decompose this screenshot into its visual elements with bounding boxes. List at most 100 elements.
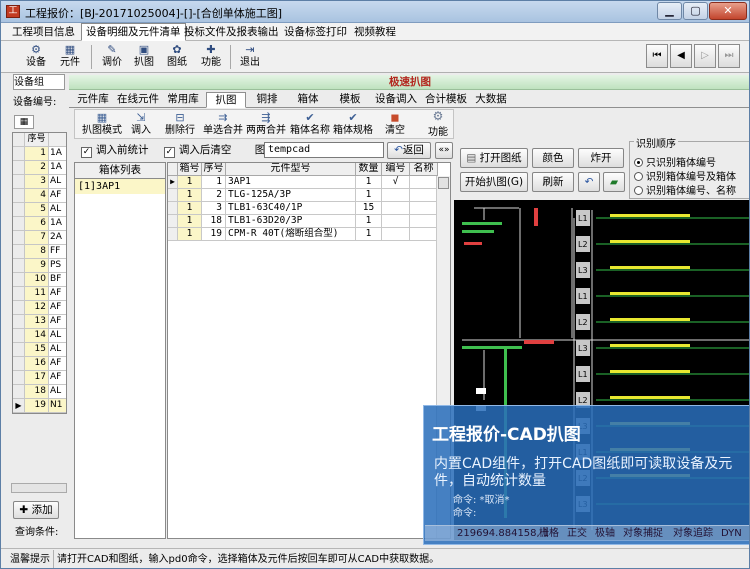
tab-total-template[interactable]: 合计模板: [423, 92, 469, 108]
toolbar-price-button[interactable]: ✎ 调价: [97, 43, 127, 71]
delete-row-button[interactable]: ⊟ 删除行: [163, 110, 197, 138]
table-row[interactable]: 3 AL: [13, 175, 66, 189]
cell-qty[interactable]: 1: [356, 189, 382, 202]
cell-qty[interactable]: 1: [356, 228, 382, 241]
cad-polar-toggle[interactable]: 极轴: [595, 526, 615, 541]
undo-button[interactable]: ↶: [578, 172, 600, 192]
cell-seq[interactable]: 3: [202, 202, 226, 215]
menu-bid-output[interactable]: 投标文件及报表输出: [179, 23, 284, 41]
clear-after-checkbox[interactable]: ✓ 调入后清空: [163, 144, 231, 158]
cell-model[interactable]: TLB1-63D20/3P: [226, 215, 356, 228]
tab-common-lib[interactable]: 常用库: [164, 92, 202, 108]
cell-model[interactable]: TLB1-63C40/1P: [226, 202, 356, 215]
cell-code[interactable]: √: [382, 176, 410, 189]
cell-box[interactable]: 1: [178, 202, 202, 215]
cell-code[interactable]: [382, 189, 410, 202]
cell-seq[interactable]: 1: [202, 176, 226, 189]
cell-model[interactable]: TLG-125A/3P: [226, 189, 356, 202]
table-row[interactable]: ▶ 19 N1: [13, 399, 66, 413]
table-row[interactable]: 16 AF: [13, 357, 66, 371]
nav-prev-button[interactable]: ◀: [670, 44, 692, 68]
col-header-seq[interactable]: 序号: [202, 163, 226, 176]
tab-busbar[interactable]: 铜排: [252, 92, 282, 108]
recognition-option-1[interactable]: 只识别箱体编号: [634, 154, 716, 169]
cell-code[interactable]: [382, 228, 410, 241]
cabinet-list-item[interactable]: [1]3AP1: [75, 179, 165, 194]
menu-label-print[interactable]: 设备标签打印: [279, 23, 352, 41]
cell-qty[interactable]: 1: [356, 176, 382, 189]
tab-template[interactable]: 模板: [335, 92, 365, 108]
col-header-name[interactable]: 名称: [410, 163, 438, 176]
cell-code[interactable]: [382, 215, 410, 228]
clear-button[interactable]: ◼ 清空: [381, 110, 409, 138]
cabinet-name-button[interactable]: ✔ 箱体名称: [289, 110, 331, 138]
cell-name[interactable]: [410, 189, 438, 202]
table-row[interactable]: 7 2A: [13, 231, 66, 245]
cad-osnap-toggle[interactable]: 对象捕捉: [623, 526, 663, 541]
equipment-group-tab[interactable]: 设备组: [13, 74, 65, 90]
table-row[interactable]: 5 AL: [13, 203, 66, 217]
toolbar-exit-button[interactable]: ⇥ 退出: [235, 43, 265, 71]
cell-box[interactable]: 1: [178, 228, 202, 241]
tab-big-data[interactable]: 大数据: [473, 92, 509, 108]
color-button[interactable]: 颜色: [532, 148, 574, 168]
single-merge-button[interactable]: ⇉ 单选合并: [202, 110, 244, 138]
menu-equipment-detail[interactable]: 设备明细及元件清单: [81, 23, 186, 41]
table-row[interactable]: 14 AL: [13, 329, 66, 343]
cell-code[interactable]: [382, 202, 410, 215]
menu-video-tutorial[interactable]: 视频教程: [349, 23, 401, 41]
cell-box[interactable]: 1: [178, 189, 202, 202]
maximize-button[interactable]: ▢: [683, 2, 708, 20]
refresh-button[interactable]: 刷新: [532, 172, 574, 192]
toolbar-equipment-button[interactable]: ⚙ 设备: [21, 43, 51, 71]
cad-command-line-2[interactable]: 命令:: [453, 508, 476, 520]
cell-qty[interactable]: 15: [356, 202, 382, 215]
cabinet-spec-button[interactable]: ✔ 箱体规格: [332, 110, 374, 138]
cell-seq[interactable]: 2: [202, 189, 226, 202]
table-row[interactable]: 4 AF: [13, 189, 66, 203]
stat-before-checkbox[interactable]: ✓ 调入前统计: [81, 144, 149, 158]
table-row[interactable]: 15 AL: [13, 343, 66, 357]
cell-qty[interactable]: 1: [356, 215, 382, 228]
toolbar-grab-button[interactable]: ▣ 扒图: [129, 43, 159, 71]
left-hscrollbar[interactable]: [11, 483, 67, 493]
cell-name[interactable]: [410, 202, 438, 215]
nav-first-button[interactable]: ⏮: [646, 44, 668, 68]
cad-otrack-toggle[interactable]: 对象追踪: [673, 526, 713, 541]
open-drawing-button[interactable]: ▤ 打开图纸: [460, 148, 528, 168]
table-row[interactable]: 2 1A: [13, 161, 66, 175]
nav-last-button[interactable]: ⏭: [718, 44, 740, 68]
table-row[interactable]: 17 AF: [13, 371, 66, 385]
grab-mode-button[interactable]: ▦ 扒图模式: [81, 110, 123, 138]
toolbar-component-button[interactable]: ▦ 元件: [55, 43, 85, 71]
table-row[interactable]: 9 PS: [13, 259, 66, 273]
tab-equipment-import[interactable]: 设备调入: [373, 92, 419, 108]
col-header-seq[interactable]: 序号: [25, 133, 49, 146]
table-row[interactable]: 13 AF: [13, 315, 66, 329]
drawing-no-input[interactable]: tempcad: [264, 142, 384, 158]
cell-name[interactable]: [410, 215, 438, 228]
cell-name[interactable]: [410, 228, 438, 241]
cad-dyn-toggle[interactable]: DYN: [721, 526, 742, 541]
cell-seq[interactable]: 18: [202, 215, 226, 228]
cell-model[interactable]: 3AP1: [226, 176, 356, 189]
explode-button[interactable]: 炸开: [578, 148, 624, 168]
tab-online-component[interactable]: 在线元件: [115, 92, 161, 108]
recognition-option-2[interactable]: 识别箱体编号及箱体: [634, 168, 736, 183]
cad-grid-toggle[interactable]: 栅格: [539, 526, 559, 541]
more-button[interactable]: «»: [435, 142, 453, 159]
table-row[interactable]: 6 1A: [13, 217, 66, 231]
close-button[interactable]: ✕: [709, 2, 747, 20]
table-row[interactable]: 11 AF: [13, 287, 66, 301]
function-button[interactable]: ⚙ 功能: [421, 109, 455, 139]
tab-cabinet[interactable]: 箱体: [293, 92, 323, 108]
tab-grab[interactable]: 扒图: [206, 92, 246, 108]
back-button[interactable]: ↶返回: [387, 142, 431, 159]
cell-seq[interactable]: 19: [202, 228, 226, 241]
import-button[interactable]: ⇲ 调入: [127, 110, 155, 138]
col-header-model[interactable]: 元件型号: [226, 163, 356, 176]
table-row[interactable]: 18 AL: [13, 385, 66, 399]
col-header-code[interactable]: 编号: [382, 163, 410, 176]
book-button[interactable]: ▰: [603, 172, 625, 192]
table-row[interactable]: 8 FF: [13, 245, 66, 259]
